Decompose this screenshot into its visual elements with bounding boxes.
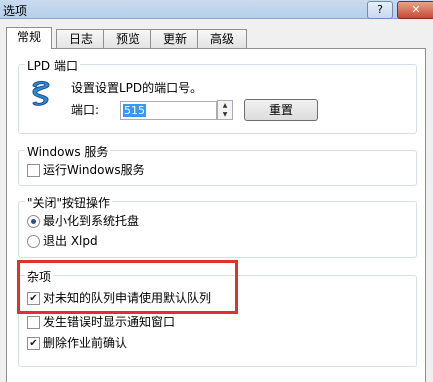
general-panel: LPD 端口 设置设置LPD的端口号。 端口: 515 ▲ ▼ 重置 Windo…	[6, 48, 426, 382]
run-service-checkbox[interactable]	[27, 164, 40, 177]
window-title: 选项	[3, 4, 28, 18]
tab-update[interactable]: 更新	[150, 29, 200, 48]
port-label: 端口:	[71, 103, 100, 117]
minimize-to-tray-label: 最小化到系统托盘	[43, 214, 140, 228]
tab-log[interactable]: 日志	[56, 29, 106, 48]
run-service-label: 运行Windows服务	[43, 163, 145, 177]
confirm-delete-label: 删除作业前确认	[43, 336, 128, 350]
windows-service-title: Windows 服务	[25, 143, 111, 160]
reset-button[interactable]: 重置	[244, 99, 318, 121]
error-notify-checkbox[interactable]	[27, 316, 40, 329]
close-action-title: "关闭"按钮操作	[25, 194, 113, 211]
spin-up-icon[interactable]: ▲	[218, 101, 232, 110]
port-spinner[interactable]: ▲ ▼	[217, 100, 233, 120]
minimize-to-tray-radio[interactable]	[27, 215, 40, 228]
close-action-group: "关闭"按钮操作 最小化到系统托盘 退出 Xlpd	[18, 194, 417, 258]
tab-preview[interactable]: 预览	[103, 29, 153, 48]
help-button[interactable]: ?	[367, 1, 393, 19]
port-value: 515	[123, 104, 146, 117]
highlight-box	[17, 260, 238, 314]
error-notify-label: 发生错误时显示通知窗口	[43, 315, 176, 329]
title-bar: 选项 ? ✕	[0, 0, 433, 19]
exit-xlpd-label: 退出 Xlpd	[43, 234, 98, 248]
confirm-delete-checkbox[interactable]: ✔	[27, 337, 40, 350]
windows-service-group: Windows 服务 运行Windows服务	[18, 143, 417, 186]
tab-general[interactable]: 常规	[6, 27, 52, 49]
lpd-port-icon	[32, 80, 50, 106]
lpd-port-title: LPD 端口	[25, 57, 80, 74]
lpd-description: 设置设置LPD的端口号。	[71, 81, 203, 95]
port-input[interactable]: 515	[120, 101, 217, 120]
exit-xlpd-radio[interactable]	[27, 235, 40, 248]
lpd-port-group: LPD 端口 设置设置LPD的端口号。 端口: 515 ▲ ▼ 重置	[18, 57, 417, 134]
tab-advanced[interactable]: 高级	[197, 29, 247, 48]
close-button[interactable]: ✕	[397, 1, 433, 19]
spin-down-icon[interactable]: ▼	[218, 110, 232, 119]
